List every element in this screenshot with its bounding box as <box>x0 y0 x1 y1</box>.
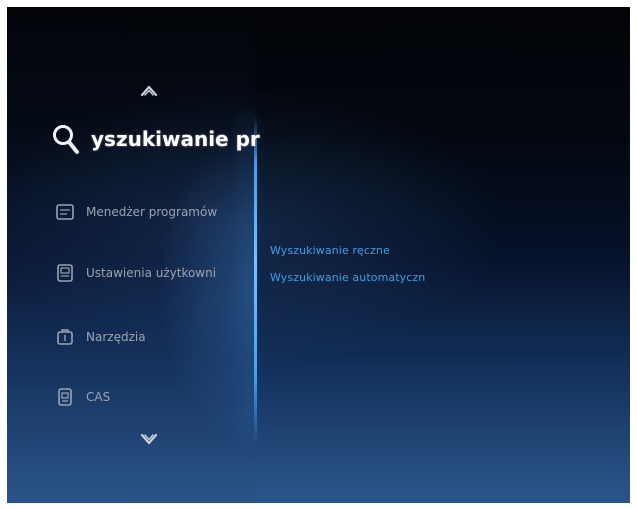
menu-item-program-manager[interactable]: Menedżer programów <box>55 199 217 225</box>
tv-menu-screen: yszukiwanie pr Menedżer programów Ustawi… <box>7 7 630 503</box>
search-icon <box>53 125 79 154</box>
menu-item-label: yszukiwanie pr <box>91 127 260 151</box>
submenu-panel: Wyszukiwanie ręczne Wyszukiwanie automat… <box>270 244 425 298</box>
chevron-up-icon[interactable] <box>137 79 161 103</box>
submenu-item-manual-search[interactable]: Wyszukiwanie ręczne <box>270 244 425 257</box>
tools-icon <box>57 329 73 345</box>
menu-item-cas[interactable]: CAS <box>55 384 110 410</box>
menu-item-channel-search[interactable]: yszukiwanie pr <box>51 119 260 159</box>
cas-card-icon <box>58 388 72 406</box>
menu-divider <box>254 115 257 445</box>
program-manager-icon <box>56 204 74 220</box>
selection-glow <box>157 127 257 447</box>
chevron-down-icon[interactable] <box>137 427 161 451</box>
menu-item-label: Menedżer programów <box>86 205 218 219</box>
menu-item-label: CAS <box>86 390 111 404</box>
submenu-item-auto-search[interactable]: Wyszukiwanie automatyczn <box>270 271 425 284</box>
menu-item-label: Ustawienia użytkowni <box>86 266 217 280</box>
menu-item-user-settings[interactable]: Ustawienia użytkowni <box>55 260 216 286</box>
menu-item-tools[interactable]: Narzędzia <box>55 324 146 350</box>
user-settings-icon <box>57 264 73 282</box>
menu-item-label: Narzędzia <box>86 330 146 344</box>
